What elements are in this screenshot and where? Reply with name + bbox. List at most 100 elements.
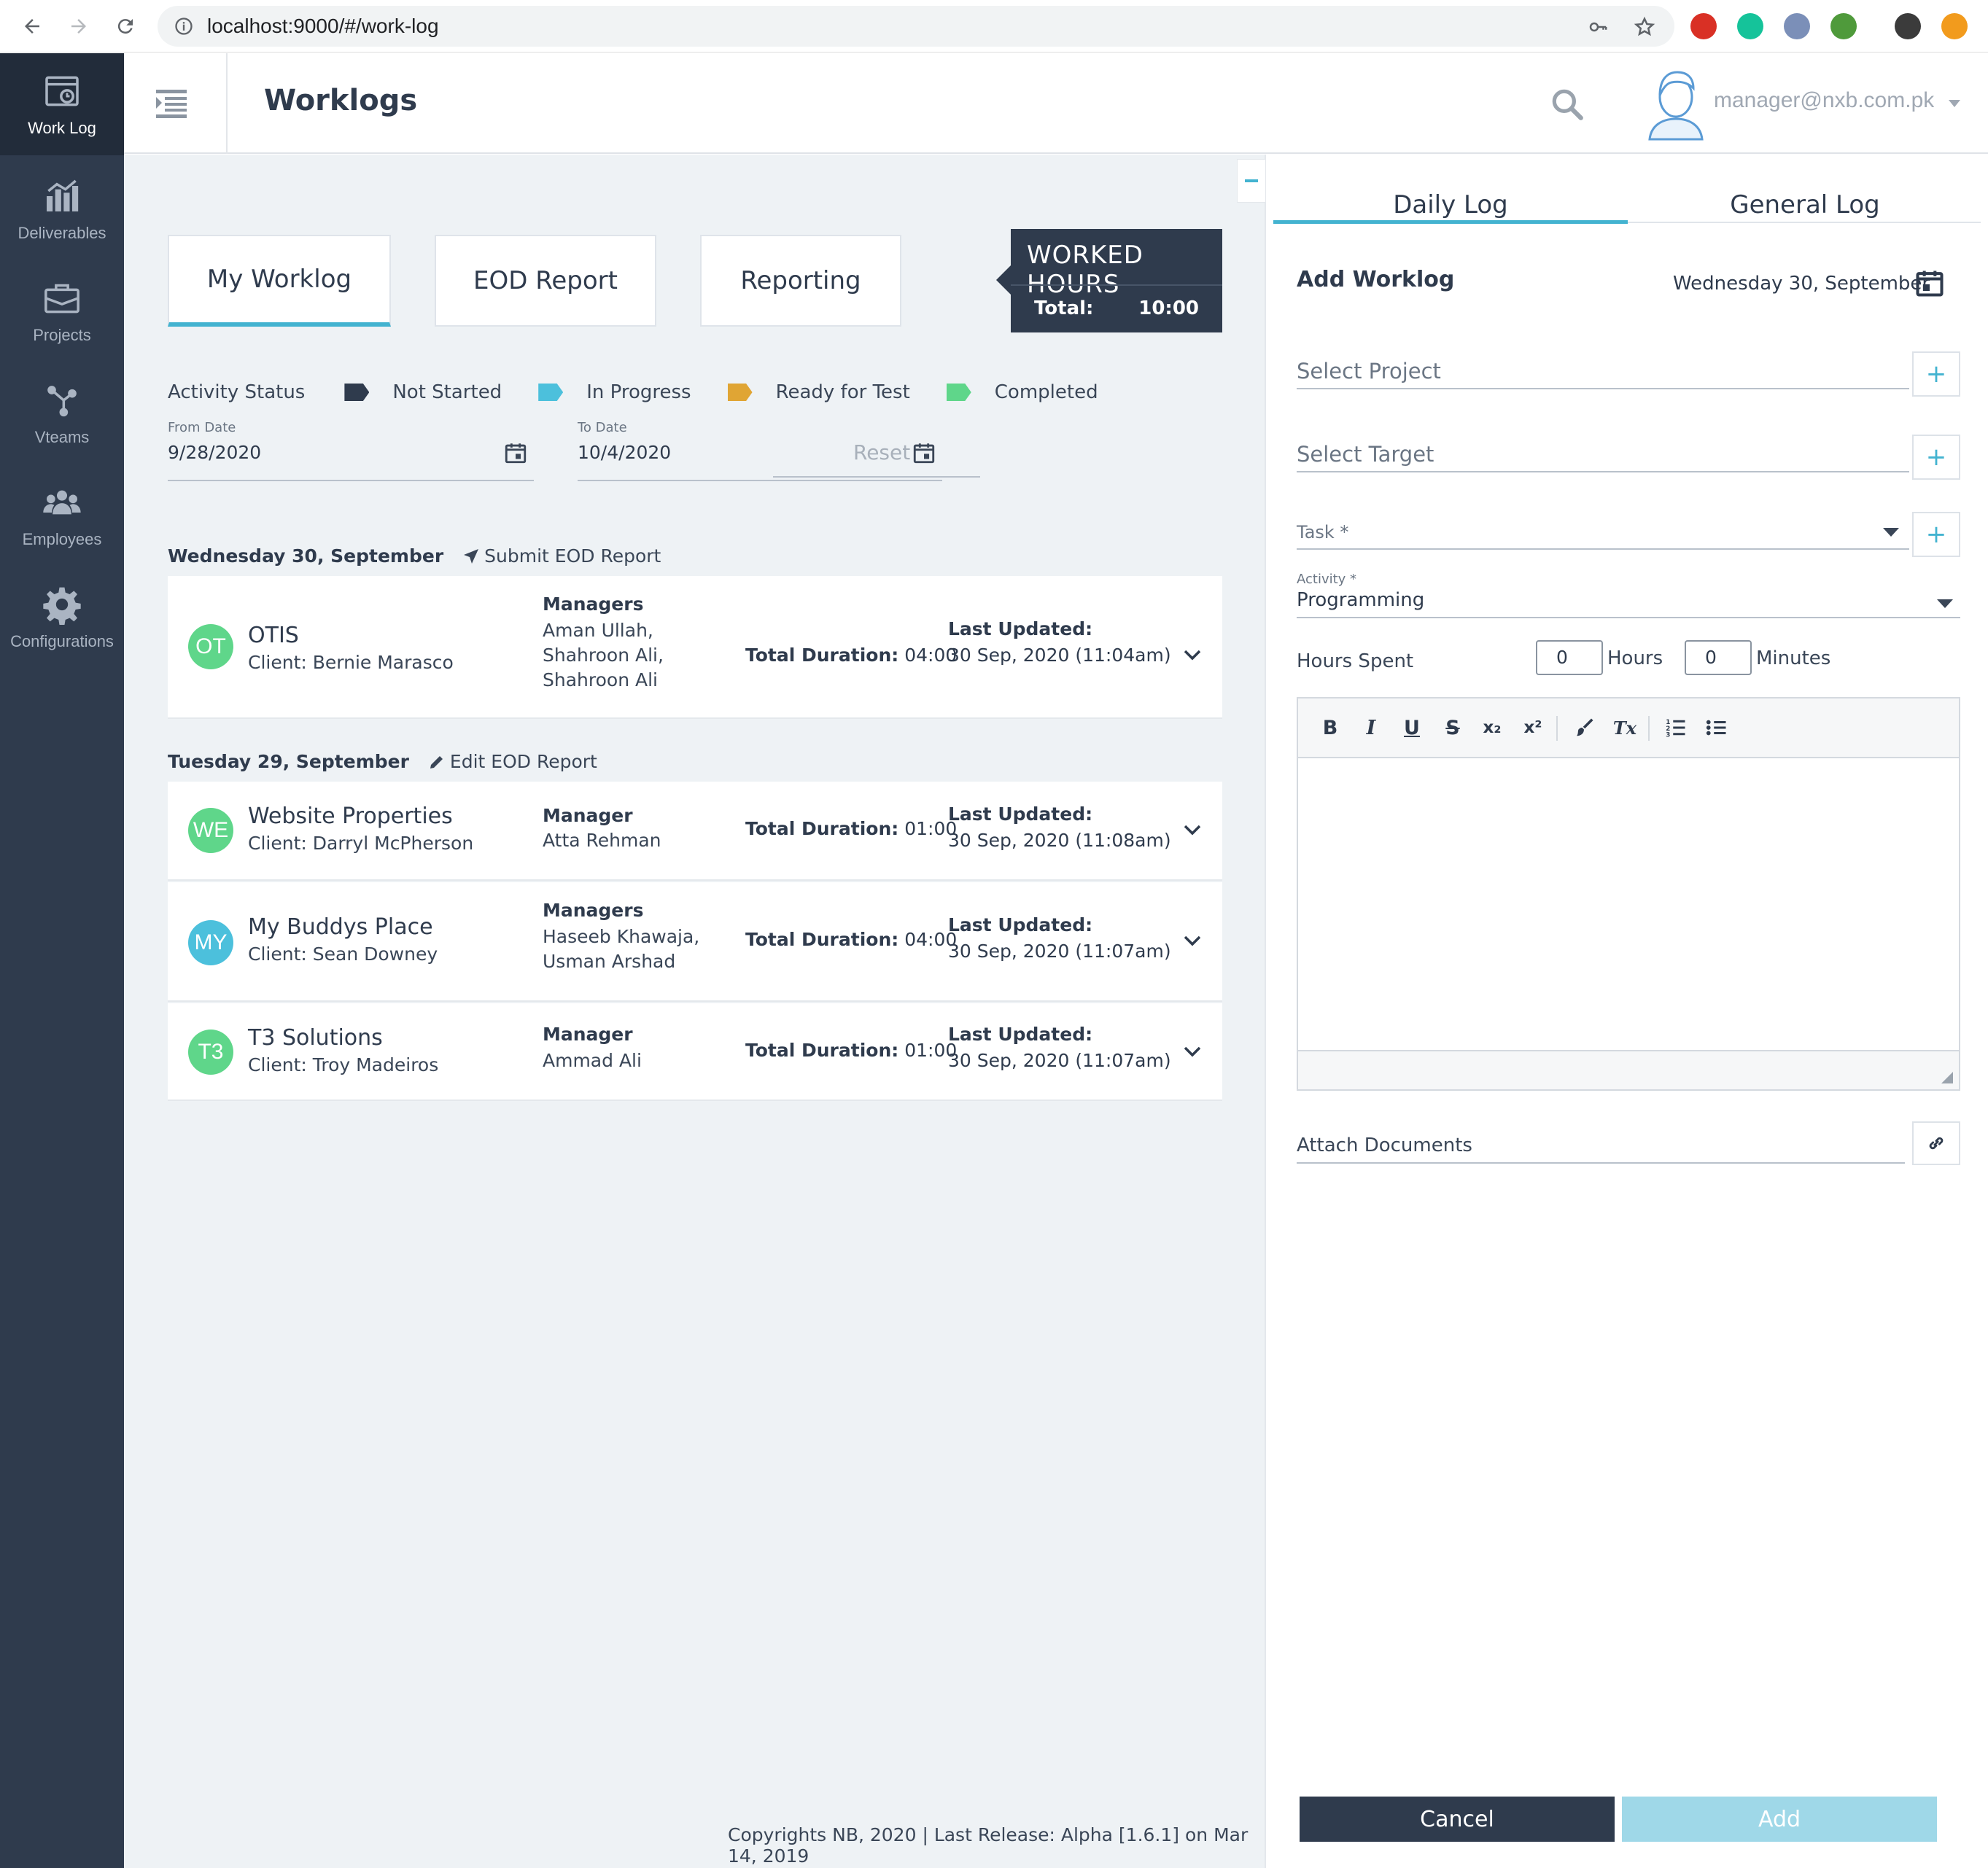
adblock-extension-icon[interactable] [1690,13,1717,39]
collapse-panel-button[interactable] [1237,159,1266,203]
tab-reporting[interactable]: Reporting [700,235,901,327]
last-updated-value: 30 Sep, 2020 (11:04am) [948,645,1171,666]
superscript-button[interactable]: x² [1518,713,1548,742]
forward-button[interactable] [63,10,95,42]
manager-name: Shahroon Ali, [543,645,664,666]
hours-input[interactable]: 0 [1536,640,1603,675]
chevron-down-icon[interactable] [1183,649,1202,662]
select-target-field[interactable]: Select Target [1297,432,1909,472]
subscript-button[interactable]: x₂ [1478,713,1507,742]
main-content: My Worklog EOD Report Reporting WORKED H… [124,155,1265,1868]
bold-button[interactable]: B [1316,713,1345,742]
profile-avatar-icon[interactable] [1895,13,1921,39]
resize-handle-icon[interactable] [1941,1072,1953,1083]
reset-button[interactable]: Reset [853,440,910,464]
attach-documents-button[interactable] [1912,1121,1960,1165]
completed-tag-icon [946,384,971,401]
globe-extension-icon[interactable] [1830,13,1857,39]
worklog-card[interactable]: WE Website Properties Client: Darryl McP… [168,782,1222,881]
bullet-list-button[interactable] [1702,713,1731,742]
numbered-list-button[interactable]: 123 [1661,713,1690,742]
selected-date: Wednesday 30, September [1673,273,1930,295]
total-duration-label: Total Duration: [745,1040,899,1061]
add-target-button[interactable]: + [1912,435,1960,480]
tab-my-worklog[interactable]: My Worklog [168,235,391,327]
sidebar: Work Log Deliverables Projects Vteams Em… [0,53,124,1868]
worked-hours-total-label: Total: [1034,297,1094,319]
task-label: Task * [1297,522,1349,542]
minutes-input[interactable]: 0 [1685,640,1752,675]
grammarly-extension-icon[interactable] [1737,13,1763,39]
user-email[interactable]: manager@nxb.com.pk [1714,88,1934,113]
menu-toggle-icon[interactable] [156,87,195,120]
day-title: Tuesday 29, September [168,751,409,772]
add-project-button[interactable]: + [1912,351,1960,397]
activity-select[interactable]: Programming [1297,589,1424,611]
select-project-field[interactable]: Select Project [1297,349,1909,389]
user-avatar-icon[interactable] [1641,66,1711,142]
search-icon[interactable] [1549,86,1585,122]
sidebar-item-vteams[interactable]: Vteams [0,362,124,464]
panel-title: Add Worklog [1297,267,1455,292]
caret-down-icon[interactable] [1937,599,1953,608]
address-bar[interactable]: localhost:9000/#/work-log [158,6,1674,47]
chevron-down-icon[interactable] [1183,1046,1202,1059]
caret-down-icon[interactable] [1947,98,1962,109]
back-button[interactable] [16,10,48,42]
sidebar-item-projects[interactable]: Projects [0,260,124,362]
managers-list: Haseeb Khawaja, Usman Arshad [543,925,699,974]
tab-daily-log[interactable]: Daily Log [1273,176,1628,233]
from-date-field[interactable]: From Date 9/28/2020 [168,420,534,481]
caret-down-icon [1883,528,1899,537]
calendar-icon[interactable] [1914,267,1946,299]
add-task-button[interactable]: + [1912,512,1960,557]
extension-icon[interactable] [1784,13,1810,39]
chevron-down-icon[interactable] [1183,935,1202,948]
rich-text-editor: B I U S x₂ x² Tx 123 [1297,697,1960,1091]
total-duration-label: Total Duration: [745,645,899,666]
sidebar-item-work-log[interactable]: Work Log [0,53,124,155]
worked-hours-total-value: 10:00 [1138,297,1199,319]
tab-eod-report[interactable]: EOD Report [435,235,656,327]
project-initials-avatar: OT [188,624,233,669]
sidebar-item-configurations[interactable]: Configurations [0,567,124,669]
last-updated-value: 30 Sep, 2020 (11:07am) [948,1050,1171,1071]
manager-name: Atta Rehman [543,830,661,851]
managers-title: Manager [543,805,633,826]
link-icon [1929,1137,1944,1150]
svg-text:3: 3 [1666,732,1670,739]
tab-general-log[interactable]: General Log [1628,176,1982,233]
divider [1297,617,1960,618]
hours-unit-label: Hours [1607,647,1663,669]
from-date-label: From Date [168,420,236,435]
chevron-down-icon[interactable] [1183,824,1202,837]
star-icon[interactable] [1634,16,1655,38]
browser-toolbar: localhost:9000/#/work-log [0,0,1988,52]
clear-formatting-button[interactable]: Tx [1610,713,1639,742]
cancel-button[interactable]: Cancel [1300,1797,1615,1842]
worklog-card[interactable]: OT OTIS Client: Bernie Marasco Managers … [168,576,1222,719]
not-started-tag-icon [344,384,370,401]
sidebar-item-deliverables[interactable]: Deliverables [0,158,124,260]
calendar-icon[interactable] [503,440,528,465]
key-icon[interactable] [1587,16,1609,38]
edit-eod-report-link[interactable]: Edit EOD Report [428,751,597,772]
editor-content-area[interactable] [1298,758,1959,1050]
task-select[interactable]: Task * [1297,510,1909,550]
reload-button[interactable] [109,10,141,42]
managers-list: Aman Ullah, Shahroon Ali, Shahroon Ali [543,618,664,693]
strikethrough-button[interactable]: S [1438,713,1467,742]
worklog-card[interactable]: T3 T3 Solutions Client: Troy Madeiros Ma… [168,1003,1222,1101]
worklog-card[interactable]: MY My Buddys Place Client: Sean Downey M… [168,882,1222,1002]
update-extension-icon[interactable] [1941,13,1968,39]
group-icon [43,490,81,515]
sidebar-item-employees[interactable]: Employees [0,464,124,567]
to-date-value: 10/4/2020 [578,442,672,463]
calendar-icon[interactable] [912,440,936,465]
add-button[interactable]: Add [1622,1797,1937,1842]
format-painter-button[interactable] [1569,713,1599,742]
underline-button[interactable]: U [1397,713,1426,742]
from-date-value: 9/28/2020 [168,442,262,463]
submit-eod-report-link[interactable]: Submit EOD Report [462,545,661,567]
italic-button[interactable]: I [1356,713,1386,742]
